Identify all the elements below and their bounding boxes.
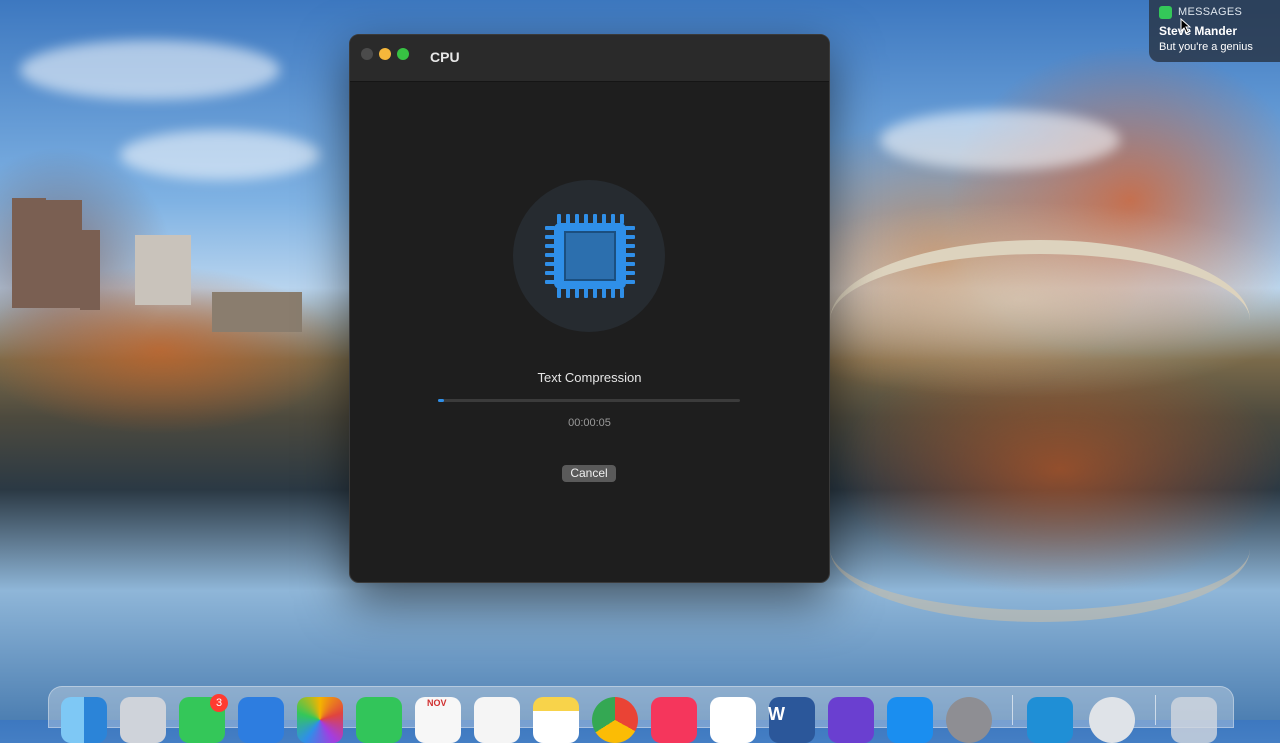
word-letter: W <box>768 704 785 724</box>
minimize-window-button[interactable] <box>379 48 391 60</box>
facetime-icon[interactable] <box>356 697 402 743</box>
task-name: Text Compression <box>537 370 642 385</box>
quicktime-icon[interactable] <box>1089 697 1135 743</box>
home-icon[interactable] <box>474 697 520 743</box>
notification-app-name: MESSAGES <box>1178 6 1243 18</box>
trash-icon[interactable] <box>1171 697 1217 743</box>
title-bar[interactable]: CPU <box>350 35 829 82</box>
cpu-icon-background <box>513 180 665 332</box>
finder-icon[interactable] <box>61 697 107 743</box>
bridge-reflection <box>830 500 1250 622</box>
app-store-icon[interactable] <box>887 697 933 743</box>
calendar-month: NOV <box>427 698 447 708</box>
imovie-icon[interactable] <box>828 697 874 743</box>
mail-icon[interactable] <box>238 697 284 743</box>
mouse-cursor-icon <box>1180 18 1192 34</box>
cloud <box>20 40 280 100</box>
system-preferences-icon[interactable] <box>946 697 992 743</box>
bridge <box>830 240 1250 374</box>
building <box>135 235 191 305</box>
window-title: CPU <box>430 49 460 65</box>
messages-notification[interactable]: MESSAGES Steve Mander But you're a geniu… <box>1149 0 1280 62</box>
elapsed-time: 00:00:05 <box>568 417 611 429</box>
stocks-icon[interactable] <box>1027 697 1073 743</box>
close-window-button[interactable] <box>361 48 373 60</box>
maximize-window-button[interactable] <box>397 48 409 60</box>
building <box>212 292 302 332</box>
messages-app-icon <box>1159 6 1172 19</box>
cpu-chip-icon <box>545 214 635 298</box>
music-icon[interactable] <box>651 697 697 743</box>
building <box>12 198 46 308</box>
photos-icon[interactable] <box>297 697 343 743</box>
building <box>44 200 82 308</box>
building <box>80 230 100 310</box>
notification-message: But you're a genius <box>1159 41 1253 53</box>
chrome-icon[interactable] <box>592 697 638 743</box>
dock-separator <box>1155 695 1156 725</box>
dock-separator <box>1012 695 1013 725</box>
notification-sender: Steve Mander <box>1159 24 1238 38</box>
cloud <box>120 130 320 180</box>
progress-fill <box>438 399 445 402</box>
launchpad-icon[interactable] <box>120 697 166 743</box>
news-icon[interactable] <box>710 697 756 743</box>
progress-bar <box>438 399 740 402</box>
cloud <box>880 110 1120 170</box>
notes-icon[interactable] <box>533 697 579 743</box>
cpu-app-window: CPU Text Compression 00:00:05 Cancel <box>349 34 830 583</box>
cancel-button[interactable]: Cancel <box>562 465 616 482</box>
messages-badge: 3 <box>210 694 228 712</box>
